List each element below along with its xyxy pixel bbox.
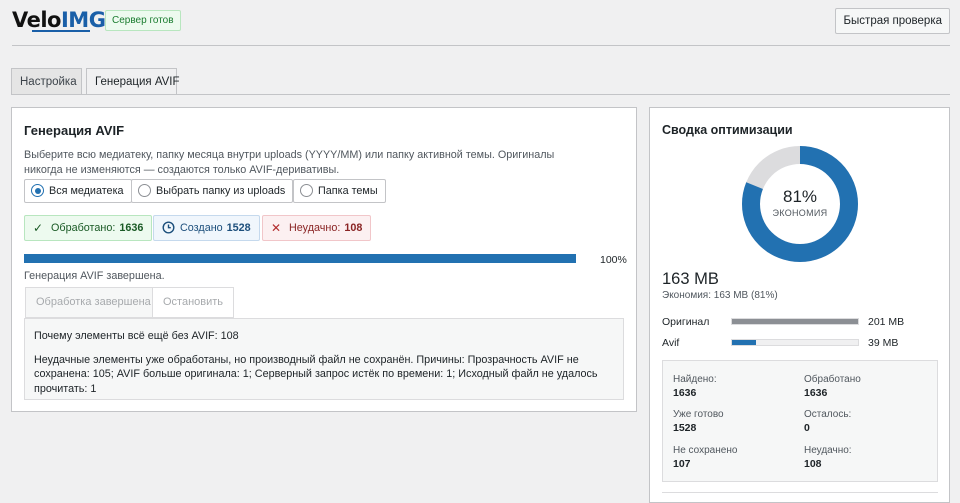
panel-title: Генерация AVIF — [24, 123, 125, 138]
processing-done-button[interactable]: Обработка завершена — [25, 287, 162, 318]
stat-not-saved: Не сохранено 107 — [673, 445, 738, 470]
logo-text-velo: Velo — [12, 8, 61, 32]
savings-percent: 81% — [782, 187, 818, 206]
failed-stat: ✕ Неудачно: 108 — [262, 215, 372, 241]
original-bar-fill — [732, 319, 858, 324]
avif-bar-label: Avif — [662, 337, 680, 349]
header-divider — [12, 45, 950, 46]
header: VeloIMG Сервер готов Быстрая проверка — [12, 6, 950, 36]
logo-underline — [32, 30, 90, 32]
savings-caption: ЭКОНОМИЯ — [772, 208, 828, 218]
created-stat: Создано 1528 — [153, 215, 260, 241]
summary-stats-grid: Найдено: 1636 Обработано 1636 Уже готово 15… — [662, 360, 938, 482]
summary-divider — [662, 492, 938, 493]
created-label: Создано — [180, 222, 223, 234]
scope-radio-whole-library[interactable]: Вся медиатека — [24, 179, 132, 203]
progress-percent: 100% — [600, 254, 627, 266]
radio-unselected-icon — [300, 184, 313, 197]
avif-bar-fill — [732, 340, 756, 345]
tab-divider — [11, 94, 950, 95]
radio-label: Папка темы — [318, 185, 378, 197]
failure-question: Почему элементы всё ещё без AVIF: 108 — [34, 330, 239, 342]
panel-description: Выберите всю медиатеку, папку месяца вну… — [24, 149, 555, 176]
stat-failed: Неудачно: 108 — [804, 445, 852, 470]
summary-title: Сводка оптимизации — [662, 123, 793, 137]
server-status-badge: Сервер готов — [105, 10, 181, 31]
avif-bar — [731, 339, 859, 346]
failed-label: Неудачно: — [289, 222, 341, 234]
radio-label: Выбрать папку из uploads — [156, 185, 286, 197]
tab-avif-generation[interactable]: Генерация AVIF — [86, 68, 180, 95]
created-value: 1528 — [226, 222, 251, 234]
avif-bar-value: 39 MB — [868, 337, 899, 349]
failure-info-box: Почему элементы всё ещё без AVIF: 108 Не… — [24, 318, 624, 400]
stat-remaining: Осталось: 0 — [804, 409, 852, 434]
progress-bar — [24, 254, 576, 263]
radio-selected-icon — [31, 184, 44, 197]
failure-details: Неудачные элементы уже обработаны, но пр… — [34, 353, 598, 395]
stat-processed: Обработано 1636 — [804, 374, 861, 399]
radio-unselected-icon — [138, 184, 151, 197]
radio-label: Вся медиатека — [49, 185, 124, 197]
processed-value: 1636 — [119, 222, 144, 234]
saved-text: Экономия: 163 MB (81%) — [662, 290, 778, 301]
original-bar-label: Оригинал — [662, 316, 710, 328]
logo: VeloIMG — [12, 8, 106, 32]
generation-status-text: Генерация AVIF завершена. — [24, 270, 165, 282]
optimization-summary-panel: Сводка оптимизации 81% ЭКОНОМИЯ 163 MB Э… — [649, 107, 950, 503]
logo-text-img: IMG — [60, 8, 106, 32]
stop-button[interactable]: Остановить — [152, 287, 235, 318]
avif-generation-panel: Генерация AVIF Выберите всю медиатеку, п… — [11, 107, 637, 412]
processed-label: Обработано: — [51, 222, 116, 234]
stat-already-done: Уже готово 1528 — [673, 409, 724, 434]
processed-stat: ✓ Обработано: 1636 — [24, 215, 153, 241]
scope-radio-uploads-folder[interactable]: Выбрать папку из uploads — [131, 179, 294, 203]
failed-value: 108 — [344, 222, 363, 234]
original-bar — [731, 318, 859, 325]
progress-fill — [24, 254, 576, 263]
quick-check-button[interactable]: Быстрая проверка — [835, 8, 950, 34]
clock-icon — [162, 216, 175, 240]
stat-found: Найдено: 1636 — [673, 374, 717, 399]
original-bar-value: 201 MB — [868, 316, 905, 328]
check-icon: ✓ — [33, 221, 44, 235]
donut-center: 81% ЭКОНОМИЯ — [740, 187, 860, 218]
scope-radio-theme-folder[interactable]: Папка темы — [293, 179, 386, 203]
x-icon: ✕ — [271, 221, 282, 235]
saved-size: 163 MB — [662, 270, 719, 288]
tab-settings[interactable]: Настройка — [11, 68, 82, 95]
